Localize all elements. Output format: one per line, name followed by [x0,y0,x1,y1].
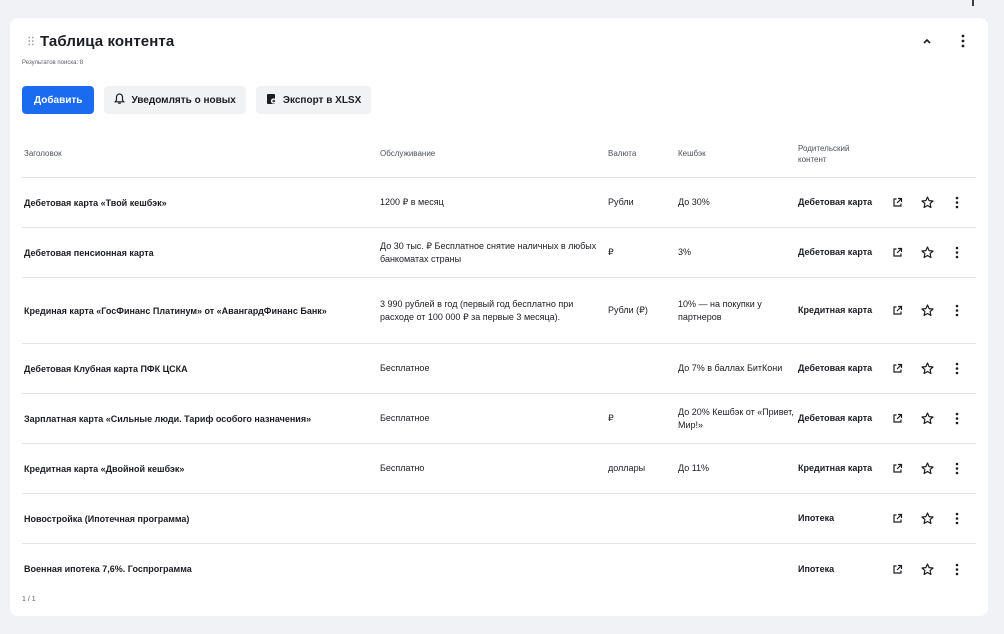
column-header-currency[interactable]: Валюта [608,147,678,160]
row-actions [882,558,976,580]
star-icon[interactable] [916,508,938,530]
row-actions [882,242,976,264]
external-link-icon[interactable] [886,508,908,530]
external-link-icon[interactable] [886,458,908,480]
more-vertical-icon[interactable] [952,30,974,52]
star-icon[interactable] [916,558,938,580]
table-row[interactable]: Военная ипотека 7,6%. Госпрограмма Ипоте… [22,544,976,594]
cell-title[interactable]: Дебетовая Клубная карта ПФК ЦСКА [22,364,380,374]
cell-parent: Кредитная карта [798,463,873,473]
cell-parent: Дебетовая карта [798,413,873,423]
cell-parent: Дебетовая карта [798,363,873,373]
star-icon[interactable] [916,192,938,214]
star-icon[interactable] [916,300,938,322]
column-header-cashback[interactable]: Кешбэк [678,147,798,160]
more-vertical-icon[interactable] [946,242,968,264]
more-vertical-icon[interactable] [946,192,968,214]
export-xlsx-button[interactable]: Экспорт в XLSX [255,86,372,114]
corner-mark [972,0,974,6]
cell-currency: ₽ [608,413,614,423]
table-row[interactable]: Зарплатная карта «Сильные люди. Тариф ос… [22,394,976,444]
export-button-label: Экспорт в XLSX [282,94,362,106]
drag-handle-icon[interactable] [26,34,36,48]
table-row[interactable]: Кредитная карта «Двойной кешбэк» Бесплат… [22,444,976,494]
cell-cashback: До 20% Кешбэк от «Привет, Мир!» [678,406,794,430]
row-actions [882,408,976,430]
toolbar: Добавить Уведомлять о новых Экспорт в XL… [22,86,372,114]
cell-parent: Дебетовая карта [798,197,873,207]
cell-currency: доллары [608,463,646,473]
cell-parent: Кредитная карта [798,305,873,315]
star-icon[interactable] [916,458,938,480]
star-icon[interactable] [916,408,938,430]
notify-button[interactable]: Уведомлять о новых [104,86,246,114]
cell-service: Бесплатно [380,463,425,473]
star-icon[interactable] [916,242,938,264]
notify-button-label: Уведомлять о новых [131,94,236,106]
more-vertical-icon[interactable] [946,508,968,530]
table-row[interactable]: Дебетовая карта «Твой кешбэк» 1200 ₽ в м… [22,178,976,228]
row-actions [882,192,976,214]
add-button[interactable]: Добавить [22,86,95,114]
cell-parent: Ипотека [798,513,835,523]
chevron-up-icon[interactable] [916,30,938,52]
more-vertical-icon[interactable] [946,558,968,580]
star-icon[interactable] [916,358,938,380]
cell-title[interactable]: Дебетовая пенсионная карта [22,248,380,258]
table-header: Заголовок Обслуживание Валюта Кешбэк Род… [22,130,976,178]
row-actions [882,458,976,480]
file-export-icon [266,93,277,108]
card-header: Таблица контента [26,30,974,52]
bell-icon [114,92,126,108]
table-row[interactable]: Новостройка (Ипотечная программа) Ипотек… [22,494,976,544]
cell-service: Бесплатное [380,413,430,423]
cell-currency: Рубли [608,197,634,207]
external-link-icon[interactable] [886,408,908,430]
row-actions [882,300,976,322]
row-actions [882,358,976,380]
cell-cashback: До 7% в баллах БитКони [678,363,783,373]
cell-title[interactable]: Дебетовая карта «Твой кешбэк» [22,198,380,208]
cell-service: 1200 ₽ в месяц [380,197,444,207]
card-title: Таблица контента [40,32,175,50]
more-vertical-icon[interactable] [946,408,968,430]
content-table: Заголовок Обслуживание Валюта Кешбэк Род… [22,130,976,594]
external-link-icon[interactable] [886,300,908,322]
cell-currency: Рубли (₽) [608,305,648,315]
cell-title[interactable]: Зарплатная карта «Сильные люди. Тариф ос… [22,414,380,424]
pagination: 1 / 1 [22,596,36,603]
table-row[interactable]: Дебетовая Клубная карта ПФК ЦСКА Бесплат… [22,344,976,394]
cell-title[interactable]: Крединая карта «ГосФинанс Платинум» от «… [22,306,380,316]
external-link-icon[interactable] [886,192,908,214]
row-actions [882,508,976,530]
more-vertical-icon[interactable] [946,300,968,322]
cell-parent: Дебетовая карта [798,247,873,257]
cell-title[interactable]: Военная ипотека 7,6%. Госпрограмма [22,564,380,574]
column-header-service[interactable]: Обслуживание [380,147,608,160]
cell-title[interactable]: Новостройка (Ипотечная программа) [22,514,380,524]
cell-title[interactable]: Кредитная карта «Двойной кешбэк» [22,464,380,474]
more-vertical-icon[interactable] [946,458,968,480]
table-row[interactable]: Дебетовая пенсионная карта До 30 тыс. ₽ … [22,228,976,278]
cell-service: До 30 тыс. ₽ Бесплатное снятие наличных … [380,240,597,264]
content-table-card: Таблица контента Результатов поиска: 8 Д… [10,18,988,616]
external-link-icon[interactable] [886,358,908,380]
add-button-label: Добавить [34,94,83,106]
table-row[interactable]: Крединая карта «ГосФинанс Платинум» от «… [22,278,976,344]
cell-cashback: До 11% [678,463,710,473]
more-vertical-icon[interactable] [946,358,968,380]
results-count: Результатов поиска: 8 [22,60,84,66]
column-header-parent[interactable]: Родительский контент [798,143,878,165]
cell-service: 3 990 рублей в год (первый год бесплатно… [380,298,574,322]
external-link-icon[interactable] [886,558,908,580]
cell-cashback: 10% — на покупки у партнеров [678,298,762,322]
cell-currency: ₽ [608,247,614,257]
cell-service: Бесплатное [380,363,430,373]
cell-cashback: 3% [678,247,692,257]
column-header-title[interactable]: Заголовок [22,149,380,158]
external-link-icon[interactable] [886,242,908,264]
cell-parent: Ипотека [798,563,835,574]
cell-cashback: До 30% [678,197,710,207]
header-actions [916,30,974,52]
